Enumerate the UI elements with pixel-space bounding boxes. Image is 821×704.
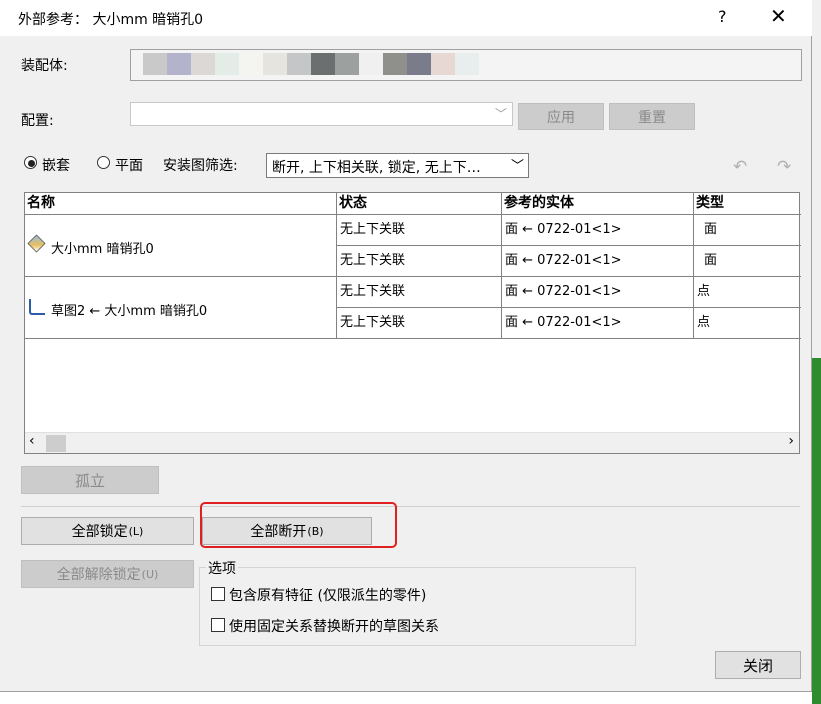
blur-swatch (215, 53, 239, 75)
blur-swatch (407, 53, 431, 75)
table-cell-type: 点 (694, 308, 801, 339)
blur-swatch (239, 53, 263, 75)
config-label: 配置: (21, 113, 54, 129)
table-cell-type: 点 (694, 277, 801, 308)
table-cell-status: 无上下关联 (337, 277, 502, 308)
table-cell-entity: 面 ← 0722-01<1> (502, 246, 694, 277)
chevron-down-icon: ﹀ (510, 159, 524, 174)
lock-all-shortcut: (L) (128, 524, 144, 538)
nest-radio[interactable] (24, 156, 37, 169)
assembly-name-blurred (143, 53, 483, 75)
blur-swatch (383, 53, 407, 75)
table-row-group-name[interactable]: 草图2 ← 大小mm 暗销孔0 (25, 277, 337, 339)
group-name-text: 大小mm 暗销孔0 (51, 242, 154, 257)
options-legend: 选项 (206, 558, 238, 578)
col-header-name[interactable]: 名称 (25, 193, 337, 215)
blur-swatch (167, 53, 191, 75)
blur-swatch (191, 53, 215, 75)
include-features-label: 包含原有特征 (仅限派生的零件) (229, 588, 427, 604)
flat-label: 平面 (115, 158, 143, 174)
replace-relations-checkbox[interactable] (211, 618, 225, 632)
lock-all-label: 全部锁定 (71, 524, 128, 540)
blur-swatch (431, 53, 455, 75)
undo-icon[interactable]: ↶ (733, 157, 747, 177)
table-cell-entity: 面 ← 0722-01<1> (502, 215, 694, 246)
scroll-left-icon[interactable]: ‹ (29, 433, 35, 449)
part-icon (27, 234, 46, 253)
apply-button[interactable]: 应用 (518, 103, 604, 130)
config-select[interactable]: ﹀ (130, 102, 513, 126)
unlock-all-shortcut: (U) (141, 567, 159, 581)
table-cell-entity: 面 ← 0722-01<1> (502, 277, 694, 308)
close-button[interactable]: 关闭 (715, 651, 801, 679)
table-cell-status: 无上下关联 (337, 308, 502, 339)
table-row-group-name[interactable]: 大小mm 暗销孔0 (25, 215, 337, 277)
dialog-title: 外部参考： 大小mm 暗销孔0 (18, 12, 204, 28)
scroll-right-icon[interactable]: › (788, 433, 794, 449)
separator (21, 506, 800, 507)
assembly-label: 装配体: (21, 58, 68, 74)
scroll-thumb[interactable] (46, 435, 66, 452)
table-cell-type: 面 (694, 246, 801, 277)
col-header-type[interactable]: 类型 (694, 193, 801, 215)
filter-select[interactable]: 断开, 上下相关联, 锁定, 无上下… ﹀ (266, 153, 529, 178)
background-app-green-panel (812, 358, 821, 704)
break-all-label: 全部断开 (250, 524, 307, 540)
table-cell-status: 无上下关联 (337, 215, 502, 246)
horizontal-scrollbar[interactable]: ‹ › (25, 432, 799, 453)
filter-value: 断开, 上下相关联, 锁定, 无上下… (272, 160, 481, 176)
blur-swatch (287, 53, 311, 75)
blur-swatch (335, 53, 359, 75)
nest-label: 嵌套 (42, 158, 70, 174)
lock-all-button[interactable]: 全部锁定 (L) (21, 517, 194, 545)
blur-swatch (263, 53, 287, 75)
blur-swatch (143, 53, 167, 75)
break-all-shortcut: (B) (307, 524, 324, 538)
table-cell-status: 无上下关联 (337, 246, 502, 277)
col-header-entity[interactable]: 参考的实体 (502, 193, 694, 215)
unlock-all-label: 全部解除锁定 (56, 567, 141, 583)
redo-icon[interactable]: ↷ (777, 157, 791, 177)
filter-label: 安装图筛选: (163, 158, 238, 174)
col-header-status[interactable]: 状态 (337, 193, 502, 215)
sketch-icon (29, 299, 45, 315)
break-all-button[interactable]: 全部断开 (B) (202, 517, 372, 545)
chevron-down-icon: ﹀ (494, 107, 507, 121)
references-table: 名称 状态 参考的实体 类型 大小mm 暗销孔0 无上下关联 面 ← 0722-… (24, 192, 801, 454)
blur-swatch (311, 53, 335, 75)
table-cell-type: 面 (694, 215, 801, 246)
isolate-button[interactable]: 孤立 (21, 466, 159, 494)
blur-swatch (359, 53, 383, 75)
include-features-checkbox[interactable] (211, 587, 225, 601)
blur-swatch (455, 53, 479, 75)
unlock-all-button[interactable]: 全部解除锁定 (U) (21, 560, 194, 588)
title-bar: 外部参考： 大小mm 暗销孔0 ? ✕ (0, 0, 812, 36)
external-references-dialog: 外部参考： 大小mm 暗销孔0 ? ✕ 装配体: 配置: ﹀ 应用 重置 嵌套 … (0, 0, 812, 692)
table-cell-entity: 面 ← 0722-01<1> (502, 308, 694, 339)
background-app-strip (0, 692, 812, 704)
flat-radio[interactable] (97, 156, 110, 169)
replace-relations-label: 使用固定关系替换断开的草图关系 (229, 619, 439, 635)
help-button[interactable]: ? (718, 7, 727, 26)
assembly-field (130, 49, 802, 81)
close-window-button[interactable]: ✕ (770, 4, 787, 28)
reset-button[interactable]: 重置 (609, 103, 695, 130)
group-name-text: 草图2 ← 大小mm 暗销孔0 (51, 304, 208, 319)
